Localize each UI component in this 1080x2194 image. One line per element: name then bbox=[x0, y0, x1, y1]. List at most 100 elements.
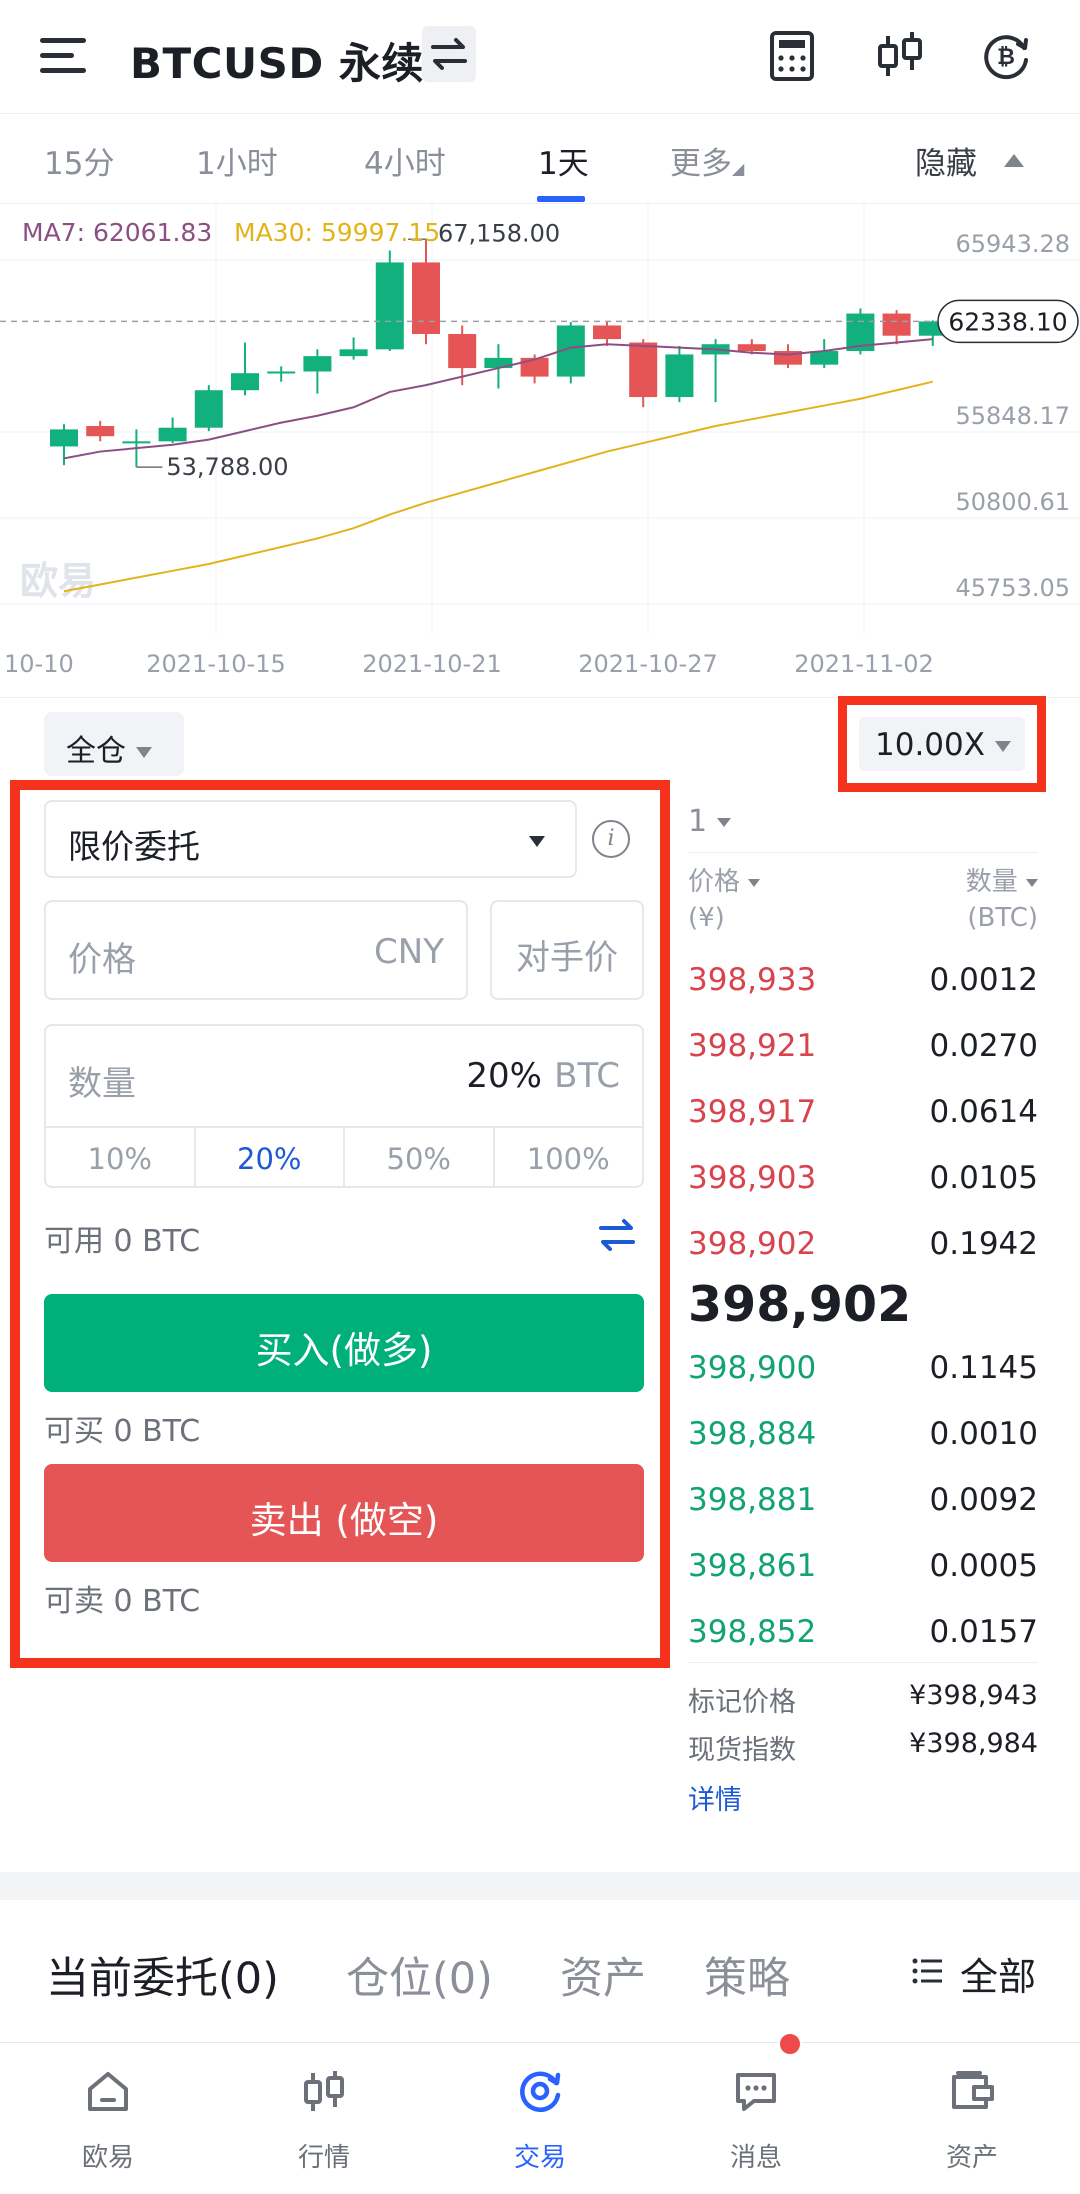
percent-100[interactable]: 100% bbox=[495, 1128, 643, 1188]
tab-more[interactable]: 更多◢ bbox=[670, 138, 744, 183]
x-tick-label: 2021-10-21 bbox=[362, 650, 501, 678]
bid-qty: 0.0092 bbox=[929, 1482, 1038, 1518]
tab-positions[interactable]: 仓位(0) bbox=[346, 1944, 493, 2006]
menu-icon[interactable] bbox=[40, 36, 86, 76]
ask-qty: 0.1942 bbox=[929, 1226, 1038, 1262]
info-icon[interactable]: i bbox=[592, 820, 630, 858]
bid-row[interactable]: 398,852 0.0157 bbox=[688, 1614, 1038, 1658]
candle-body bbox=[50, 429, 78, 447]
filter-all-button[interactable]: 全部 bbox=[960, 1946, 1036, 2001]
candle-body bbox=[448, 334, 477, 369]
page-title[interactable]: BTCUSD 永续 bbox=[130, 30, 424, 91]
candle-body bbox=[665, 354, 694, 398]
quantity-placeholder: 数量 bbox=[68, 1064, 136, 1104]
notification-badge bbox=[778, 2032, 802, 2056]
percent-10[interactable]: 10% bbox=[46, 1128, 196, 1188]
swap-icon[interactable] bbox=[422, 26, 476, 82]
tab-1d[interactable]: 1天 bbox=[538, 138, 589, 183]
bid-row[interactable]: 398,881 0.0092 bbox=[688, 1482, 1038, 1526]
bid-price: 398,881 bbox=[688, 1482, 817, 1518]
candle-body bbox=[194, 390, 223, 428]
ask-row[interactable]: 398,902 0.1942 bbox=[688, 1226, 1038, 1270]
nav-trade[interactable]: 交易 bbox=[432, 2043, 648, 2194]
position-tabs: 当前委托(0) 仓位(0) 资产 策略 全部 bbox=[0, 1900, 1080, 2040]
tab-4h[interactable]: 4小时 bbox=[364, 138, 446, 183]
candlestick-icon[interactable] bbox=[872, 28, 928, 84]
bid-qty: 0.1145 bbox=[929, 1350, 1038, 1386]
y-tick-label: 50800.61 bbox=[955, 488, 1070, 516]
bid-row[interactable]: 398,900 0.1145 bbox=[688, 1350, 1038, 1394]
leverage-highlight: 10.00X bbox=[838, 696, 1046, 792]
margin-mode-select[interactable]: 全仓 bbox=[44, 712, 184, 776]
percent-50[interactable]: 50% bbox=[345, 1128, 495, 1188]
tab-assets[interactable]: 资产 bbox=[560, 1944, 646, 2006]
ask-row[interactable]: 398,933 0.0012 bbox=[688, 962, 1038, 1006]
details-link[interactable]: 详情 bbox=[688, 1778, 742, 1817]
leverage-select[interactable]: 10.00X bbox=[859, 717, 1025, 771]
ask-qty: 0.0105 bbox=[929, 1160, 1038, 1196]
price-placeholder: 价格 bbox=[68, 940, 136, 980]
ma7-label: MA7: 62061.83 bbox=[22, 218, 213, 247]
wallet-icon bbox=[952, 2071, 994, 2109]
buy-long-button[interactable]: 买入(做多) bbox=[44, 1294, 644, 1392]
tab-1h[interactable]: 1小时 bbox=[196, 138, 278, 183]
low-price-label: 53,788.00 bbox=[166, 453, 288, 481]
index-price-label: 现货指数 bbox=[688, 1735, 796, 1766]
mark-price-row: 标记价格 ¥398,943 bbox=[688, 1680, 1038, 1719]
x-tick-label: 2021-11-02 bbox=[794, 650, 933, 678]
nav-messages[interactable]: 消息 bbox=[648, 2043, 864, 2194]
percent-20[interactable]: 20% bbox=[196, 1128, 345, 1188]
ask-price: 398,917 bbox=[688, 1094, 817, 1130]
tab-open-orders[interactable]: 当前委托(0) bbox=[46, 1944, 279, 2006]
price-chart[interactable]: 欧易 62338.10 65943.28 55848.17 50800.61 45753.… bbox=[0, 204, 1080, 698]
bid-row[interactable]: 398,884 0.0010 bbox=[688, 1416, 1038, 1460]
orderbook-price-header[interactable]: 价格 (¥) bbox=[688, 864, 761, 936]
calculator-icon[interactable] bbox=[764, 28, 820, 84]
ask-row[interactable]: 398,917 0.0614 bbox=[688, 1094, 1038, 1138]
last-price[interactable]: 398,902 bbox=[688, 1276, 911, 1333]
home-icon bbox=[88, 2072, 128, 2111]
ask-price: 398,921 bbox=[688, 1028, 817, 1064]
x-tick-label: 2021-10-15 bbox=[146, 650, 285, 678]
order-type-select[interactable]: 限价委托 bbox=[44, 800, 577, 878]
bottom-navigation: 欧易 行情 交易 消息 资产 bbox=[0, 2042, 1080, 2194]
hide-chart-toggle[interactable]: 隐藏 bbox=[915, 138, 977, 183]
bitcoin-refresh-icon[interactable]: ₿ bbox=[978, 28, 1034, 84]
candle-body bbox=[231, 373, 259, 391]
bid-qty: 0.0157 bbox=[929, 1614, 1038, 1650]
percent-selector: 10% 20% 50% 100% bbox=[46, 1126, 642, 1188]
can-buy-amount: 可买 0 BTC bbox=[44, 1414, 201, 1449]
sell-short-button[interactable]: 卖出 (做空) bbox=[44, 1464, 644, 1562]
quantity-input[interactable]: 数量 20% BTC 10% 20% 50% 100% bbox=[44, 1024, 644, 1188]
nav-home[interactable]: 欧易 bbox=[0, 2043, 216, 2194]
nav-assets[interactable]: 资产 bbox=[864, 2043, 1080, 2194]
trade-icon bbox=[520, 2071, 561, 2113]
candle-body bbox=[303, 356, 332, 372]
price-input[interactable]: 价格 CNY bbox=[44, 900, 468, 1000]
transfer-icon[interactable] bbox=[598, 1218, 636, 1252]
nav-market[interactable]: 行情 bbox=[216, 2043, 432, 2194]
counterparty-price-button[interactable]: 对手价 bbox=[490, 900, 644, 1000]
chevron-down-icon bbox=[529, 836, 545, 847]
orderbook-qty-header[interactable]: 数量 (BTC) bbox=[966, 864, 1038, 936]
timeframe-tabs: 15分 1小时 4小时 1天 更多◢ 隐藏 bbox=[0, 114, 1080, 204]
caret-up-icon[interactable] bbox=[1004, 154, 1024, 167]
can-sell-amount: 可卖 0 BTC bbox=[44, 1584, 201, 1619]
ask-price: 398,902 bbox=[688, 1226, 817, 1262]
ask-row[interactable]: 398,921 0.0270 bbox=[688, 1028, 1038, 1072]
candle-body bbox=[882, 313, 911, 336]
candle-body bbox=[810, 351, 839, 365]
svg-text:₿: ₿ bbox=[997, 45, 1015, 70]
watermark-logo: 欧易 bbox=[20, 561, 96, 603]
chat-icon bbox=[736, 2073, 776, 2111]
list-icon[interactable] bbox=[912, 1958, 942, 1984]
tab-strategy[interactable]: 策略 bbox=[704, 1944, 790, 2006]
chevron-down-icon bbox=[1026, 878, 1038, 887]
bid-row[interactable]: 398,861 0.0005 bbox=[688, 1548, 1038, 1592]
y-tick-label: 65943.28 bbox=[955, 230, 1070, 258]
bid-price: 398,884 bbox=[688, 1416, 817, 1452]
candlestick-icon bbox=[304, 2071, 344, 2111]
tab-15m[interactable]: 15分 bbox=[44, 138, 114, 183]
ask-row[interactable]: 398,903 0.0105 bbox=[688, 1160, 1038, 1204]
depth-select[interactable]: 1 bbox=[688, 804, 731, 839]
